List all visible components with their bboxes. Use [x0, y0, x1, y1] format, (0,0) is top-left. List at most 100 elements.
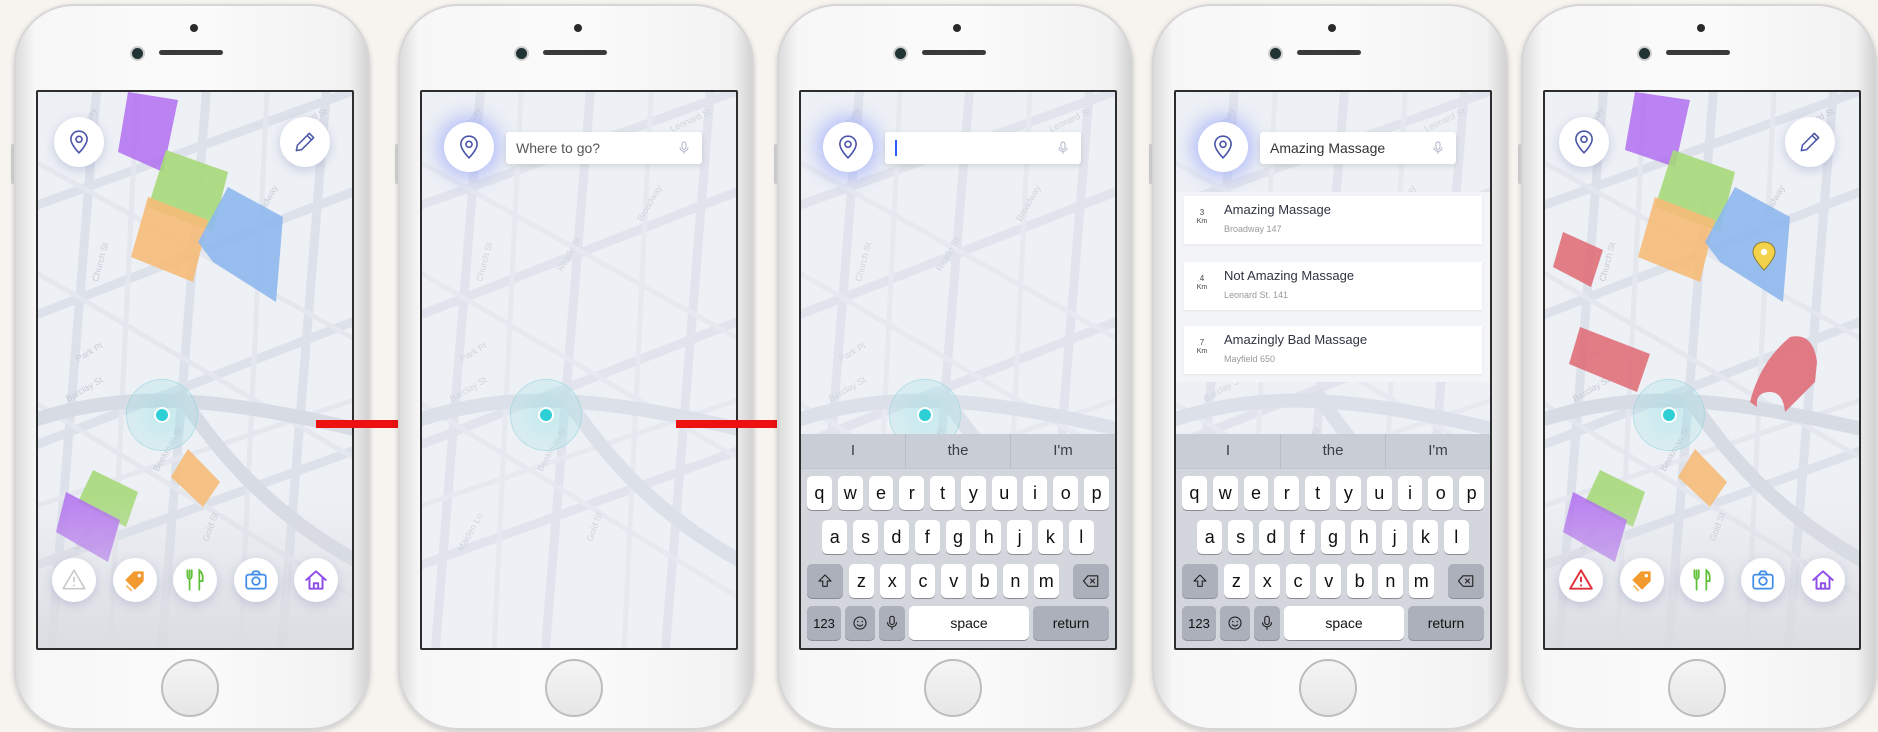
tag-button[interactable] [1619, 558, 1664, 602]
dictation-key[interactable] [879, 606, 905, 640]
key-h[interactable]: h [1351, 520, 1377, 554]
phone-home-button[interactable] [1668, 659, 1726, 717]
home-button[interactable] [1801, 558, 1845, 602]
phone-home-button[interactable] [924, 659, 982, 717]
key-j[interactable]: j [1007, 520, 1032, 554]
key-g[interactable]: g [1320, 520, 1346, 554]
key-r[interactable]: r [899, 476, 925, 510]
list-item[interactable]: 3 Km Amazing Massage Broadway 147 [1184, 196, 1482, 244]
key-x[interactable]: x [1254, 564, 1280, 598]
location-pin-button[interactable] [444, 122, 494, 172]
key-v[interactable]: v [1316, 564, 1342, 598]
search-input[interactable]: Where to go? [516, 140, 676, 156]
key-f[interactable]: f [1289, 520, 1315, 554]
return-key[interactable]: return [1408, 606, 1484, 640]
home-button[interactable] [294, 558, 338, 602]
microphone-icon[interactable] [1430, 140, 1446, 156]
key-t[interactable]: t [1305, 476, 1330, 510]
emoji-key[interactable] [845, 606, 875, 640]
key-m[interactable]: m [1033, 564, 1059, 598]
shift-key[interactable] [1182, 564, 1218, 598]
key-p[interactable]: p [1459, 476, 1484, 510]
key-d[interactable]: d [884, 520, 909, 554]
food-button[interactable] [1680, 558, 1724, 602]
key-c[interactable]: c [1285, 564, 1311, 598]
key-t[interactable]: t [930, 476, 955, 510]
key-d[interactable]: d [1259, 520, 1284, 554]
search-bar[interactable]: Where to go? [506, 132, 702, 164]
suggestion-item[interactable]: I [1176, 434, 1281, 468]
suggestion-item[interactable]: the [1281, 434, 1386, 468]
key-i[interactable]: i [1397, 476, 1423, 510]
key-f[interactable]: f [914, 520, 940, 554]
camera-button[interactable] [1740, 558, 1785, 602]
key-o[interactable]: o [1428, 476, 1454, 510]
warning-button[interactable] [1559, 558, 1603, 602]
key-z[interactable]: z [1224, 564, 1249, 598]
tag-button[interactable] [112, 558, 157, 602]
key-v[interactable]: v [941, 564, 967, 598]
microphone-icon[interactable] [676, 140, 692, 156]
search-bar[interactable]: Amazing Massage [1260, 132, 1456, 164]
key-h[interactable]: h [976, 520, 1002, 554]
key-z[interactable]: z [849, 564, 874, 598]
suggestion-item[interactable]: the [906, 434, 1011, 468]
phone-home-button[interactable] [1299, 659, 1357, 717]
key-b[interactable]: b [972, 564, 997, 598]
key-l[interactable]: l [1068, 520, 1094, 554]
search-input[interactable]: Amazing Massage [1270, 140, 1430, 156]
key-k[interactable]: k [1413, 520, 1438, 554]
key-p[interactable]: p [1084, 476, 1109, 510]
numbers-key[interactable]: 123 [807, 606, 841, 640]
key-y[interactable]: y [1336, 476, 1361, 510]
camera-button[interactable] [233, 558, 278, 602]
key-o[interactable]: o [1053, 476, 1079, 510]
key-m[interactable]: m [1408, 564, 1434, 598]
key-c[interactable]: c [910, 564, 936, 598]
key-a[interactable]: a [822, 520, 848, 554]
key-w[interactable]: w [837, 476, 863, 510]
suggestion-item[interactable]: I'm [1011, 434, 1115, 468]
key-y[interactable]: y [961, 476, 986, 510]
microphone-icon[interactable] [1055, 140, 1071, 156]
edit-button[interactable] [280, 117, 330, 167]
key-n[interactable]: n [1003, 564, 1028, 598]
key-k[interactable]: k [1038, 520, 1063, 554]
key-s[interactable]: s [853, 520, 878, 554]
map-view[interactable] [422, 92, 736, 648]
key-e[interactable]: e [868, 476, 894, 510]
edit-button[interactable] [1785, 117, 1835, 167]
location-pin-button[interactable] [1559, 117, 1609, 167]
location-pin-button[interactable] [1198, 122, 1248, 172]
phone-home-button[interactable] [545, 659, 603, 717]
key-i[interactable]: i [1022, 476, 1048, 510]
key-g[interactable]: g [945, 520, 971, 554]
key-w[interactable]: w [1212, 476, 1238, 510]
key-l[interactable]: l [1443, 520, 1469, 554]
warning-button[interactable] [52, 558, 96, 602]
key-e[interactable]: e [1243, 476, 1269, 510]
key-b[interactable]: b [1347, 564, 1372, 598]
dictation-key[interactable] [1254, 606, 1280, 640]
space-key[interactable]: space [909, 606, 1029, 640]
backspace-key[interactable] [1073, 564, 1109, 598]
key-q[interactable]: q [1182, 476, 1207, 510]
key-q[interactable]: q [807, 476, 832, 510]
location-pin-button[interactable] [823, 122, 873, 172]
key-s[interactable]: s [1228, 520, 1253, 554]
return-key[interactable]: return [1033, 606, 1109, 640]
emoji-key[interactable] [1220, 606, 1250, 640]
shift-key[interactable] [807, 564, 843, 598]
location-pin-button[interactable] [54, 117, 104, 167]
list-item[interactable]: 4 Km Not Amazing Massage Leonard St. 141 [1184, 262, 1482, 310]
numbers-key[interactable]: 123 [1182, 606, 1216, 640]
key-r[interactable]: r [1274, 476, 1300, 510]
phone-home-button[interactable] [161, 659, 219, 717]
key-u[interactable]: u [991, 476, 1017, 510]
suggestion-item[interactable]: I [801, 434, 906, 468]
space-key[interactable]: space [1284, 606, 1404, 640]
food-button[interactable] [173, 558, 217, 602]
backspace-key[interactable] [1448, 564, 1484, 598]
key-x[interactable]: x [879, 564, 905, 598]
key-j[interactable]: j [1382, 520, 1407, 554]
